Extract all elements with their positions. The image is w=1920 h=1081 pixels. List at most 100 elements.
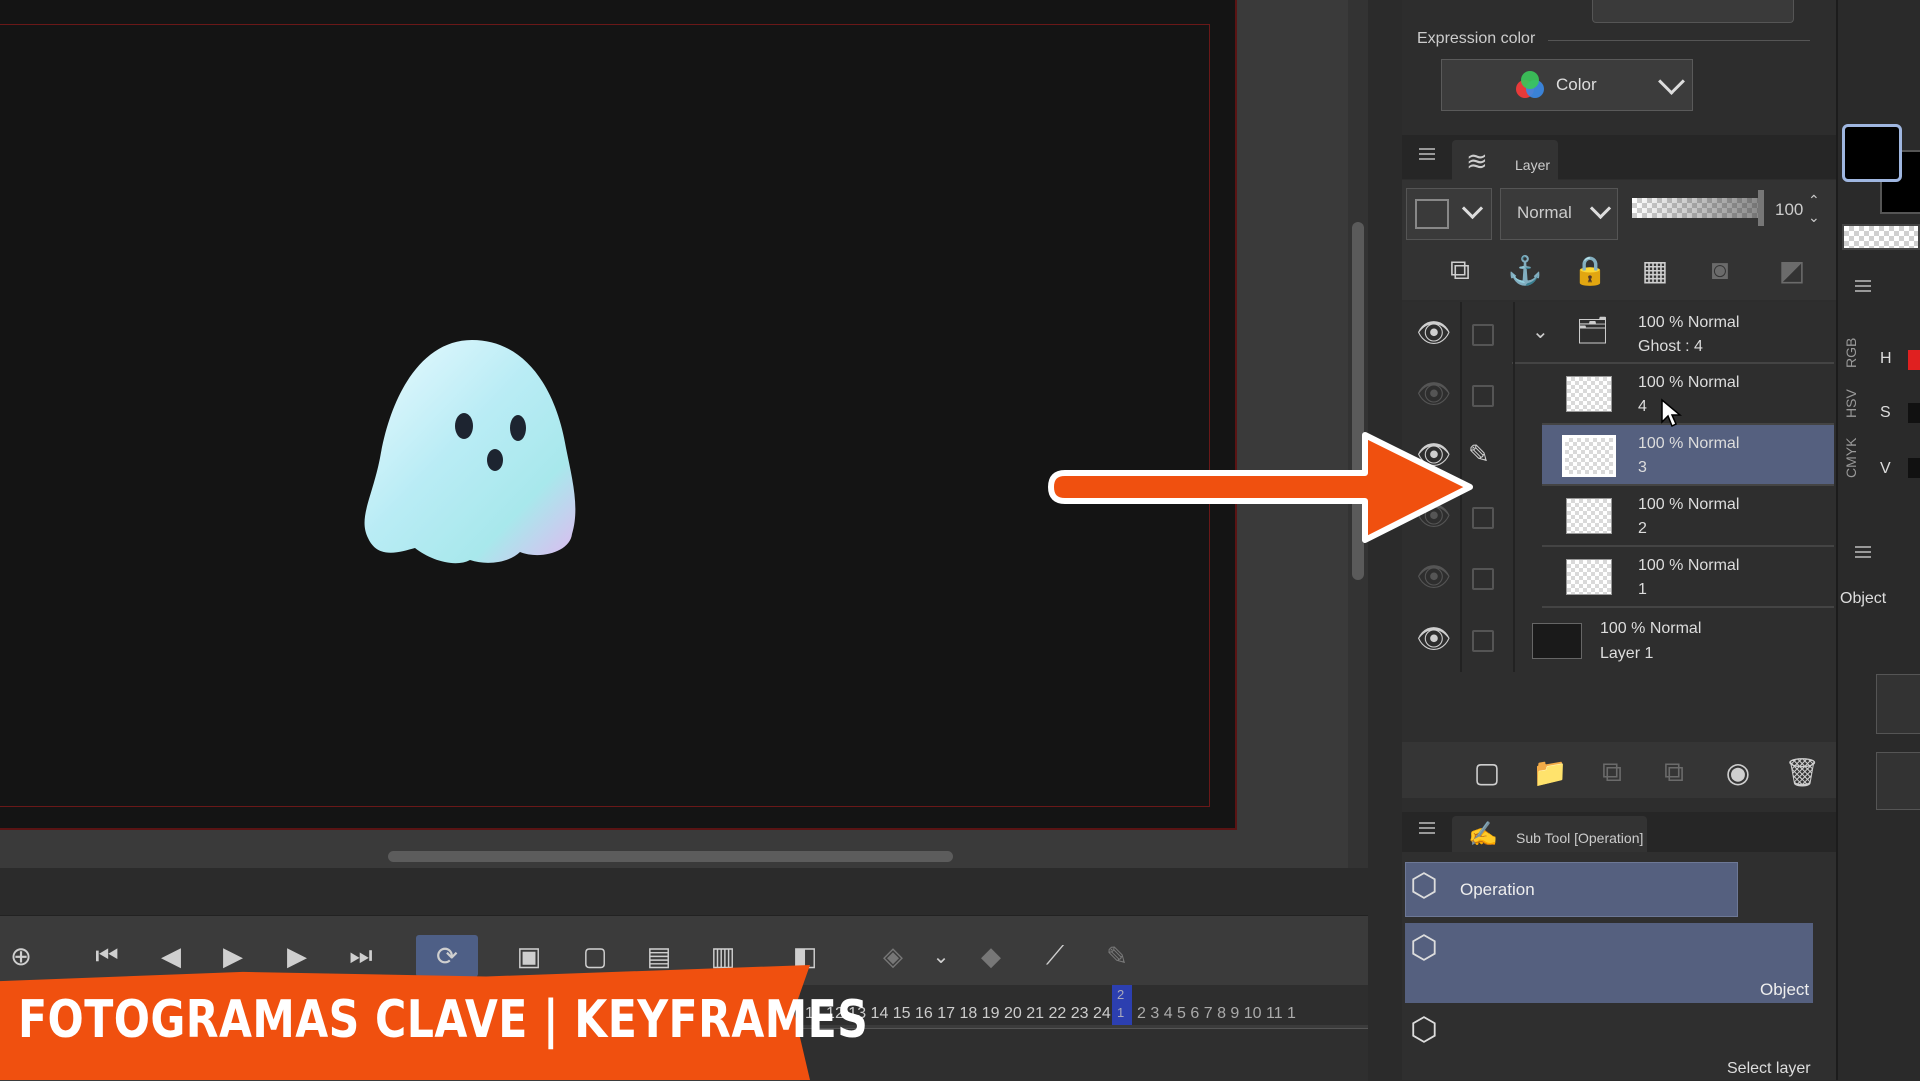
layer-name: Layer 1 (1600, 645, 1654, 662)
keyframe-interpolation-icon[interactable]: ⟋ (1034, 935, 1076, 977)
operation-tool-icon: ✍ (1468, 821, 1498, 848)
create-layer-mask-icon[interactable]: ◉ (1718, 752, 1758, 792)
hue-label: H (1880, 350, 1892, 367)
mouse-cursor-icon (1661, 398, 1682, 428)
layer-name: 3 (1638, 459, 1647, 476)
sub-tool-menu-icon[interactable] (1419, 822, 1435, 834)
tab-cmyk[interactable]: CMYK (1843, 438, 1859, 478)
divider (1513, 302, 1515, 672)
tab-hsv[interactable]: HSV (1843, 389, 1859, 418)
divider (1548, 40, 1810, 41)
frame-track[interactable] (800, 1028, 1368, 1081)
layer-panel-menu-icon[interactable] (1419, 148, 1435, 160)
marker-top-number: 2 (1117, 987, 1125, 1002)
layer-edit-checkbox[interactable] (1472, 630, 1494, 652)
first-frame-icon[interactable]: ⏮ (86, 935, 128, 977)
sub-tool-select-layer-label[interactable]: Select layer (1727, 1060, 1811, 1078)
annotation-arrow (1048, 432, 1473, 543)
zoom-in-icon[interactable]: ⊕ (0, 935, 42, 977)
layer-row[interactable]: 👁 100 % Normal 4 (1402, 364, 1836, 425)
new-animation-folder-icon[interactable]: ▣ (508, 935, 550, 977)
edit-keyframe-icon[interactable]: ✎ (1096, 935, 1138, 977)
layer-thumbnail (1566, 498, 1612, 534)
horizontal-scrollbar[interactable] (388, 851, 953, 862)
new-cel-icon[interactable]: ▢ (574, 935, 616, 977)
tab-sub-tool-label: Sub Tool [Operation] (1516, 830, 1644, 846)
enable-keyframes-icon[interactable]: ◈ (872, 935, 914, 977)
sub-tool-object-label: Object (1760, 980, 1810, 999)
opacity-slider-handle[interactable] (1758, 190, 1764, 226)
layer-color-swatch (1415, 199, 1449, 229)
layer-opacity-blend: 100 % Normal (1600, 620, 1702, 637)
layer-name: 4 (1638, 398, 1647, 415)
sub-tool-object[interactable] (1405, 923, 1813, 1003)
color-panel-menu-icon[interactable] (1855, 280, 1871, 292)
panel-box[interactable] (1876, 752, 1920, 810)
loop-playback-icon[interactable]: ⟳ (416, 935, 478, 977)
chevron-down-icon (1589, 197, 1612, 220)
layer-thumbnail (1532, 623, 1582, 659)
layer-row[interactable]: 👁 100 % Normal 1 (1402, 547, 1836, 608)
layer-edit-checkbox[interactable] (1472, 385, 1494, 407)
expression-color-select[interactable]: Color (1441, 59, 1693, 111)
ghost-illustration (364, 340, 576, 564)
opacity-value[interactable]: 100 (1775, 200, 1803, 220)
lock-transparent-pixels-icon[interactable]: ▦ (1635, 250, 1675, 290)
previous-frame-icon[interactable]: ◀ (150, 935, 192, 977)
transfer-to-lower-layer-icon[interactable]: ⧉ (1592, 752, 1632, 792)
layer-name: 1 (1638, 581, 1647, 598)
layer-edit-checkbox[interactable] (1472, 568, 1494, 590)
animation-folder-icon: 🗂 (1576, 315, 1610, 345)
trash-icon[interactable]: 🗑 (1782, 752, 1822, 792)
show-ruler-icon[interactable]: ◩ (1772, 250, 1812, 290)
add-keyframe-icon[interactable]: ◆ (970, 935, 1012, 977)
keyframe-dropdown-chevron-icon[interactable]: ⌄ (920, 935, 962, 977)
layer-thumbnail (1566, 559, 1612, 595)
last-frame-icon[interactable]: ⏭ (340, 935, 382, 977)
tab-rgb[interactable]: RGB (1843, 338, 1859, 368)
enable-mask-icon[interactable]: ◙ (1700, 250, 1740, 290)
chevron-down-icon (1461, 197, 1484, 220)
opacity-stepper-icon[interactable]: ⌃ ⌄ (1808, 192, 1820, 226)
canvas-safe-frame (0, 24, 1210, 807)
lock-layer-icon[interactable]: 🔒 (1570, 250, 1610, 290)
eye-icon[interactable]: 👁 (1414, 557, 1454, 597)
layer-edit-checkbox[interactable] (1472, 324, 1494, 346)
eye-icon[interactable]: 👁 (1414, 313, 1454, 353)
layer-thumbnail (1562, 435, 1616, 477)
next-frame-icon[interactable]: ▶ (276, 935, 318, 977)
select-layer-icon[interactable]: ⬡ (1410, 1010, 1438, 1048)
layer-edit-checkbox[interactable] (1472, 507, 1494, 529)
eye-icon[interactable]: 👁 (1414, 374, 1454, 414)
layer-color-dropdown[interactable] (1406, 188, 1492, 240)
combine-with-layer-below-icon[interactable]: ⧉ (1654, 752, 1694, 792)
layer-opacity-blend: 100 % Normal (1638, 374, 1740, 391)
panel-box[interactable] (1876, 674, 1920, 734)
play-icon[interactable]: ▶ (212, 935, 254, 977)
chevron-down-icon (1658, 68, 1685, 95)
marker-bottom-number: 1 (1117, 1005, 1125, 1020)
new-folder-icon[interactable]: 📁 (1530, 752, 1570, 792)
hue-slider[interactable] (1908, 350, 1920, 370)
opacity-slider-fill (1632, 198, 1760, 218)
blend-mode-value: Normal (1517, 203, 1572, 222)
frame-numbers-next: 2 3 4 5 6 7 8 9 10 11 1 (1137, 1005, 1296, 1022)
new-raster-layer-icon[interactable]: ▢ (1467, 752, 1507, 792)
layer-row[interactable]: 👁 ⌄ 🗂 100 % Normal Ghost : 4 (1402, 303, 1836, 364)
eye-icon[interactable]: 👁 (1414, 619, 1454, 659)
color-mode-icons[interactable] (1592, 0, 1794, 23)
layer-row[interactable]: 👁 100 % Normal Layer 1 (1402, 609, 1836, 670)
saturation-label: S (1880, 404, 1891, 421)
object-panel-label: Object (1840, 590, 1887, 607)
saturation-slider[interactable] (1908, 403, 1920, 423)
value-slider[interactable] (1908, 458, 1920, 478)
current-frame-marker[interactable]: 2 1 (1112, 985, 1132, 1025)
object-panel-menu-icon[interactable] (1855, 546, 1871, 558)
clip-to-layer-below-icon[interactable]: ⧉ (1440, 250, 1480, 290)
sub-tool-group-operation[interactable] (1405, 862, 1738, 917)
chevron-down-icon[interactable]: ⌄ (1532, 319, 1549, 344)
expression-color-label: Expression color (1417, 30, 1536, 47)
transparent-color-swatch[interactable] (1842, 224, 1920, 250)
reference-layer-icon[interactable]: ⚓ (1505, 250, 1545, 290)
main-color-swatch[interactable] (1842, 124, 1902, 182)
